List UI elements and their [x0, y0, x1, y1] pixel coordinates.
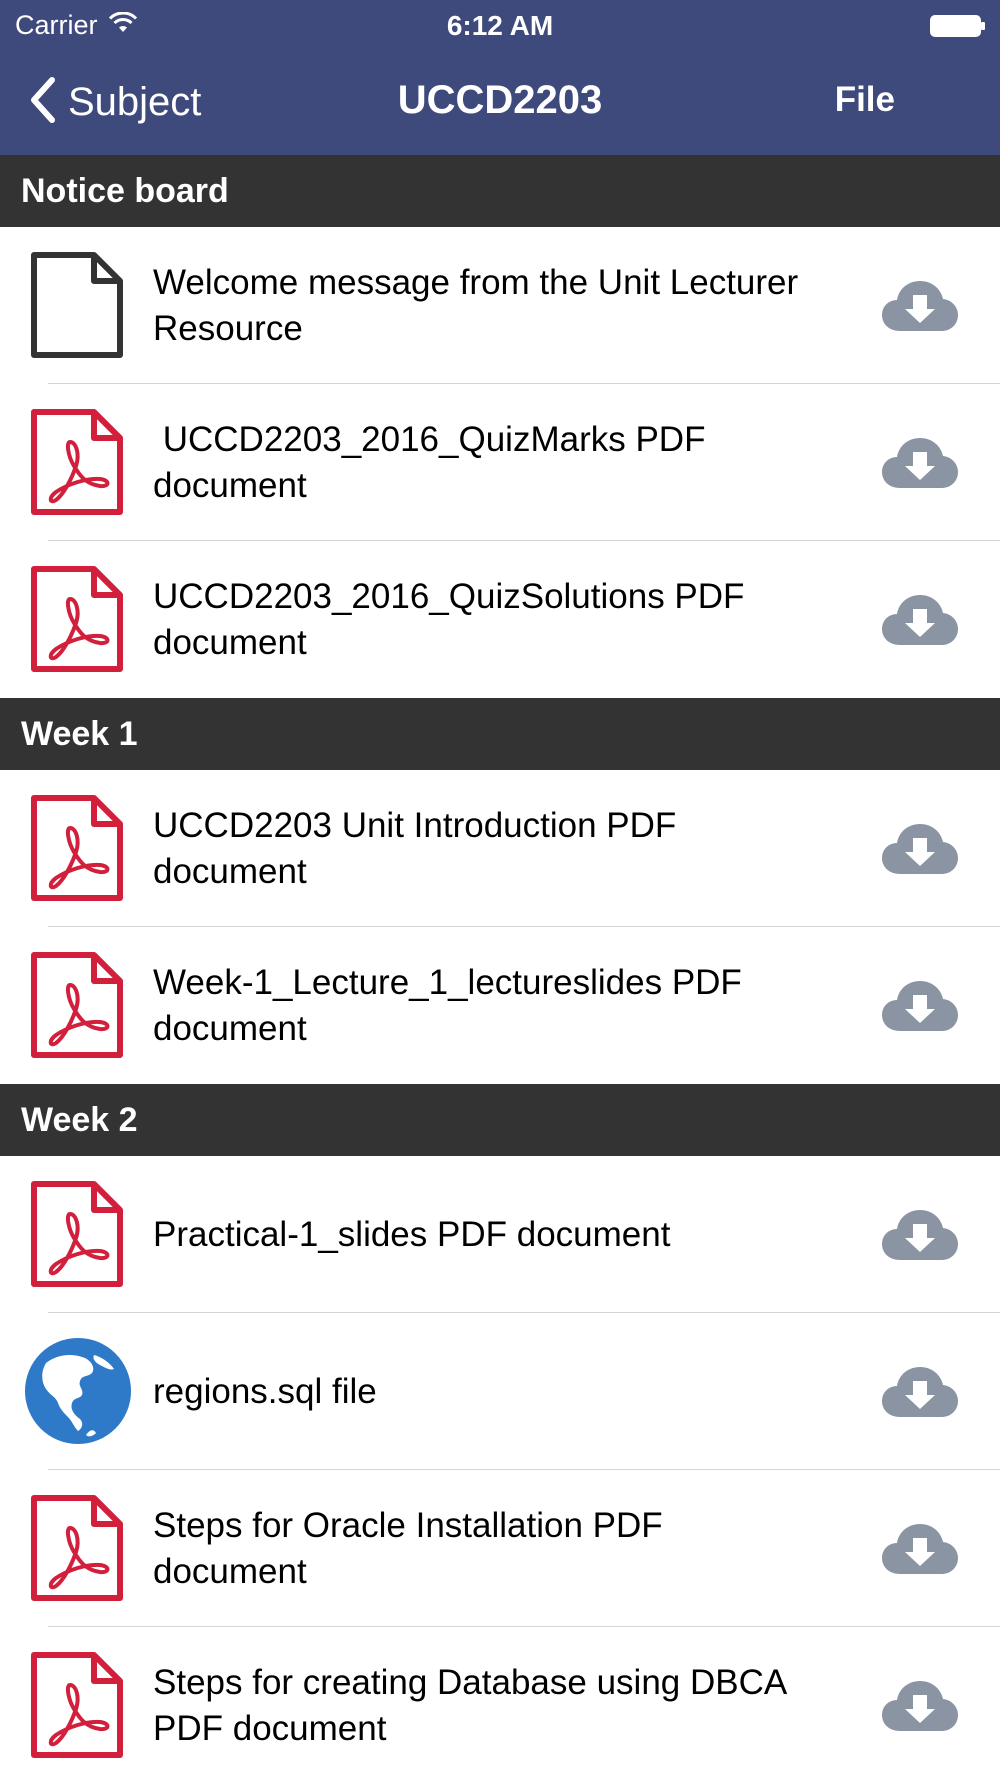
list-item[interactable]: Welcome message from the Unit Lecturer R…: [0, 227, 1000, 384]
section-header: Week 1: [0, 698, 1000, 770]
document-icon: [30, 251, 124, 359]
list-item-label: Welcome message from the Unit Lecturer R…: [153, 262, 808, 348]
pdf-icon: [30, 1180, 124, 1288]
list-item[interactable]: Steps for Oracle Installation PDF docume…: [0, 1470, 1000, 1627]
list-item-label: UCCD2203 Unit Introduction PDF document: [153, 805, 687, 891]
list-item[interactable]: UCCD2203 Unit Introduction PDF document: [0, 770, 1000, 927]
section-header: Notice board: [0, 155, 1000, 227]
download-icon[interactable]: [882, 593, 958, 647]
list-item-label: Week-1_Lecture_1_lectureslides PDF docum…: [153, 962, 752, 1048]
section: Notice board Welcome message from the Uni…: [0, 155, 1000, 698]
list-item[interactable]: Practical-1_slides PDF document: [0, 1156, 1000, 1313]
download-icon[interactable]: [882, 822, 958, 876]
section: Week 1 UCCD2203 Unit Introduction PDF doc…: [0, 698, 1000, 1084]
status-time: 6:12 AM: [446, 10, 554, 41]
list-item[interactable]: UCCD2203_2016_QuizMarks PDF document: [0, 384, 1000, 541]
list-item-label: UCCD2203_2016_QuizMarks PDF document: [153, 419, 716, 505]
section-header: Week 2: [0, 1084, 1000, 1156]
back-button[interactable]: Subject: [28, 76, 201, 129]
resource-list: Notice board Welcome message from the Uni…: [0, 155, 1000, 1784]
section: Week 2 Practical-1_slides PDF document reg…: [0, 1084, 1000, 1784]
list-item-label: regions.sql file: [153, 1371, 377, 1411]
download-icon[interactable]: [882, 1679, 958, 1733]
list-item[interactable]: regions.sql file: [0, 1313, 1000, 1470]
download-icon[interactable]: [882, 1522, 958, 1576]
back-label: Subject: [68, 80, 202, 124]
pdf-icon: [30, 408, 124, 516]
download-icon[interactable]: [882, 436, 958, 490]
list-item-label: UCCD2203_2016_QuizSolutions PDF document: [153, 576, 755, 662]
pdf-icon: [30, 794, 124, 902]
chevron-left-icon: [28, 76, 56, 129]
pdf-icon: [30, 565, 124, 673]
status-bar: Carrier 6:12 AM: [0, 0, 1000, 50]
pdf-icon: [30, 1494, 124, 1602]
download-icon[interactable]: [882, 279, 958, 333]
list-item-label: Steps for Oracle Installation PDF docume…: [153, 1505, 673, 1591]
list-item[interactable]: Steps for creating Database using DBCA P…: [0, 1627, 1000, 1784]
download-icon[interactable]: [882, 979, 958, 1033]
list-item[interactable]: UCCD2203_2016_QuizSolutions PDF document: [0, 541, 1000, 698]
globe-icon: [24, 1337, 132, 1445]
list-item-label: Steps for creating Database using DBCA P…: [153, 1662, 796, 1748]
list-item[interactable]: Week-1_Lecture_1_lectureslides PDF docum…: [0, 927, 1000, 1084]
battery-icon: [930, 13, 986, 37]
download-icon[interactable]: [882, 1365, 958, 1419]
app-header: Carrier 6:12 AM Subject UCCD2203 File: [0, 0, 1000, 155]
pdf-icon: [30, 951, 124, 1059]
list-item-label: Practical-1_slides PDF document: [153, 1214, 671, 1254]
navigation-bar: Subject UCCD2203 File: [0, 50, 1000, 155]
download-icon[interactable]: [882, 1208, 958, 1262]
file-button[interactable]: File: [835, 80, 895, 120]
pdf-icon: [30, 1651, 124, 1759]
